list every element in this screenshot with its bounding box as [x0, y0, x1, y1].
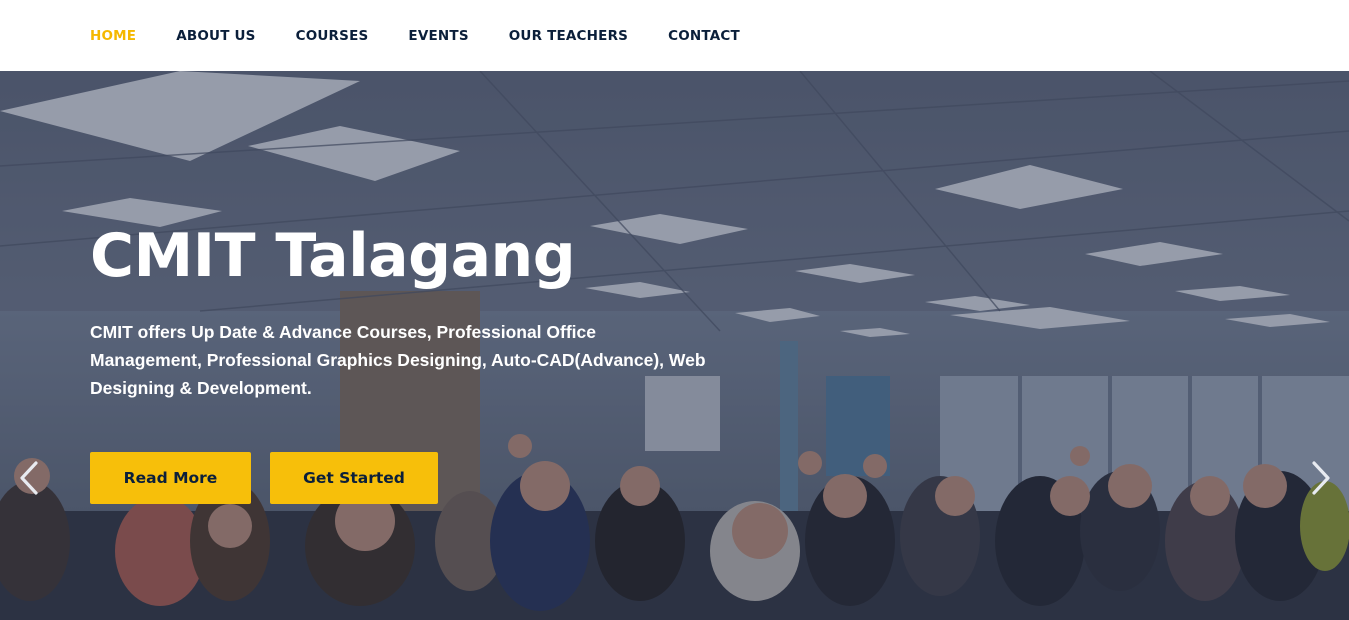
- slider-prev-button[interactable]: [14, 458, 44, 498]
- hero-slider: CMIT Talagang CMIT offers Up Date & Adva…: [0, 71, 1349, 620]
- chevron-left-icon: [20, 461, 38, 495]
- hero-description: CMIT offers Up Date & Advance Courses, P…: [90, 322, 706, 398]
- nav-item-events[interactable]: EVENTS: [408, 28, 468, 44]
- top-navbar: HOME ABOUT US COURSES EVENTS OUR TEACHER…: [0, 0, 1349, 71]
- slider-next-button[interactable]: [1306, 458, 1336, 498]
- nav-item-courses[interactable]: COURSES: [296, 28, 369, 44]
- hero-title: CMIT Talagang: [90, 221, 576, 291]
- nav-item-contact[interactable]: CONTACT: [668, 28, 740, 44]
- get-started-button[interactable]: Get Started: [270, 452, 438, 504]
- nav-item-our-teachers[interactable]: OUR TEACHERS: [509, 28, 628, 44]
- read-more-button[interactable]: Read More: [90, 452, 251, 504]
- main-nav: HOME ABOUT US COURSES EVENTS OUR TEACHER…: [90, 0, 780, 71]
- chevron-right-icon: [1312, 461, 1330, 495]
- nav-item-about-us[interactable]: ABOUT US: [176, 28, 255, 44]
- nav-item-home[interactable]: HOME: [90, 28, 136, 44]
